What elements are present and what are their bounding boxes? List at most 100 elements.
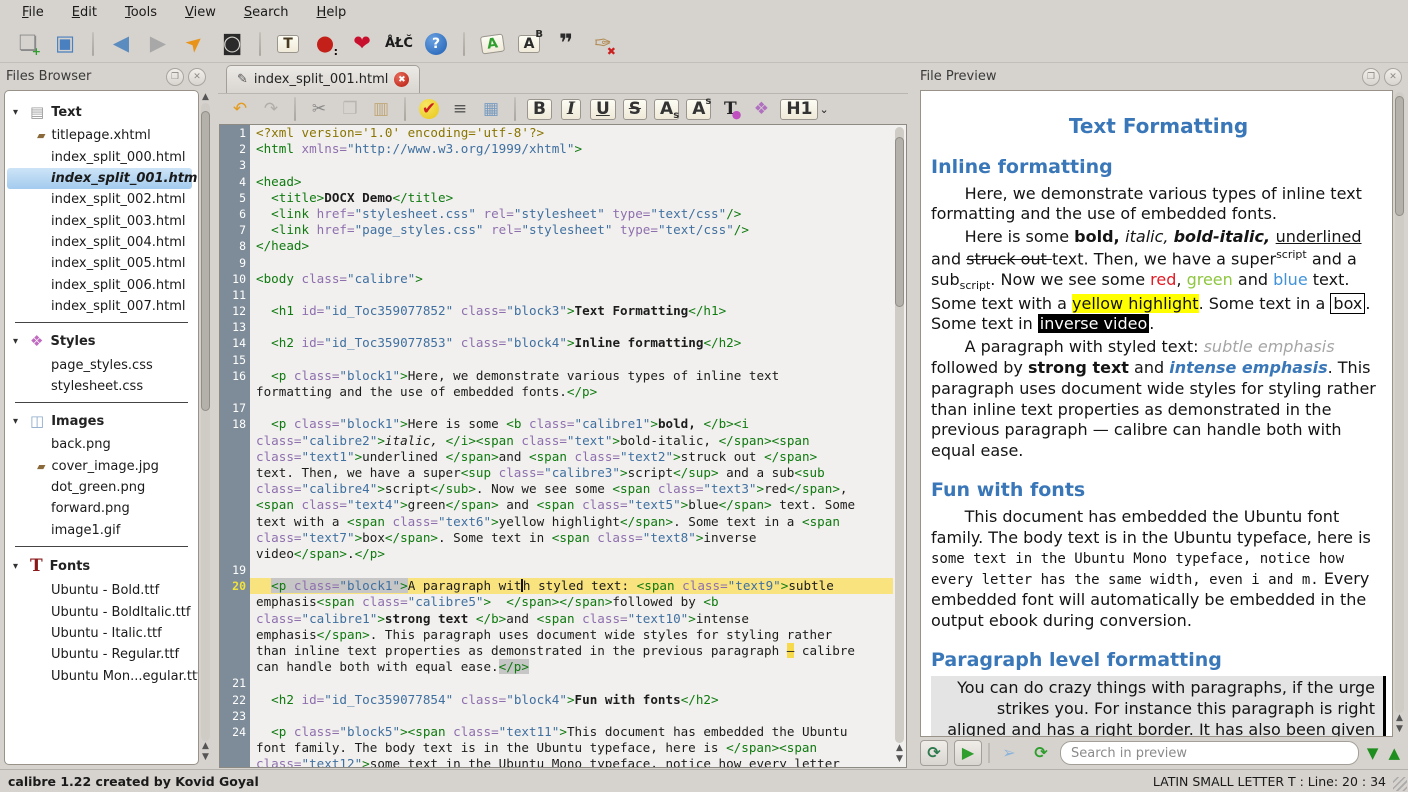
search-in-preview-input[interactable] [1060, 741, 1359, 765]
file-item[interactable]: forward.png [7, 498, 196, 519]
preview-scrollbar[interactable]: ▲ ▼ [1393, 90, 1406, 737]
scroll-down-icon[interactable]: ▼ [896, 754, 903, 765]
redo-button[interactable]: ↷ [259, 97, 283, 121]
tab-index-split-001[interactable]: ✎ index_split_001.html ✖ [226, 65, 420, 93]
subscript-button[interactable]: As [654, 97, 679, 121]
file-item[interactable]: image1.gif [7, 520, 196, 541]
file-item[interactable]: Ubuntu Mon...egular.ttf [7, 666, 196, 687]
files-scrollbar[interactable]: ▲ ▲ ▼ [199, 90, 212, 765]
align-button[interactable]: ≡ [448, 97, 472, 121]
file-item[interactable]: page_styles.css [7, 354, 196, 375]
close-panel-icon[interactable]: ✕ [188, 68, 206, 86]
scroll-down-icon[interactable]: ▼ [1396, 724, 1403, 735]
file-item[interactable]: index_split_002.html [7, 189, 196, 210]
menu-file[interactable]: File [10, 3, 56, 22]
run-preview-button[interactable]: ▶ [954, 740, 982, 766]
file-item[interactable]: ▰cover_image.jpg [7, 456, 196, 477]
insert-font-button[interactable]: T● [718, 97, 742, 121]
scroll-up-icon[interactable]: ▲ [202, 92, 209, 103]
files-section-text[interactable]: ▾▤Text [7, 99, 196, 125]
file-item[interactable]: dot_green.png [7, 477, 196, 498]
bold-button[interactable]: B [527, 97, 552, 121]
auto-reload-button[interactable]: ⟳ [920, 740, 948, 766]
tab-close-icon[interactable]: ✖ [394, 72, 409, 87]
scroll-up-icon[interactable]: ▲ [202, 741, 209, 752]
donate-button[interactable]: ❤ [348, 30, 376, 58]
find-next-icon[interactable]: ▼ [1365, 744, 1381, 762]
insert-image-button[interactable]: ▦ [479, 97, 503, 121]
italic-button[interactable]: I [559, 97, 583, 121]
undo-button[interactable]: ↶ [228, 97, 252, 121]
menu-help[interactable]: Help [305, 3, 359, 22]
file-item[interactable]: back.png [7, 434, 196, 455]
file-item[interactable]: index_split_001.html [7, 168, 192, 189]
file-item[interactable]: Ubuntu - Regular.ttf [7, 644, 196, 665]
check-html-button[interactable]: ✔ [417, 97, 441, 121]
file-item[interactable]: index_split_006.html [7, 275, 196, 296]
remove-unused-css-button[interactable]: ✑✖ [589, 30, 617, 58]
strikethrough-button[interactable]: S [623, 97, 647, 121]
file-item[interactable]: Ubuntu - Bold.ttf [7, 580, 196, 601]
file-item[interactable]: index_split_003.html [7, 211, 196, 232]
preview-scroll-track[interactable] [1395, 92, 1404, 713]
case-change-button[interactable]: AB [515, 30, 543, 58]
close-panel-icon[interactable]: ✕ [1384, 68, 1402, 86]
back-button[interactable]: ◀ [107, 30, 135, 58]
scroll-down-icon[interactable]: ▼ [202, 752, 209, 763]
menu-edit[interactable]: Edit [60, 3, 109, 22]
help-button[interactable]: ? [422, 30, 450, 58]
find-previous-icon[interactable]: ▲ [1386, 744, 1402, 762]
underline-button[interactable]: U [590, 97, 616, 121]
menu-view[interactable]: View [173, 3, 228, 22]
file-item[interactable]: index_split_000.html [7, 146, 196, 167]
scroll-up-icon[interactable]: ▲ [1396, 713, 1403, 724]
preview-scroll-thumb[interactable] [1395, 96, 1404, 216]
files-section-images[interactable]: ▾◫Images [7, 408, 196, 434]
paste-button[interactable]: ▥ [369, 97, 393, 121]
sync-to-editor-button[interactable]: ➢ [996, 741, 1022, 765]
menu-search[interactable]: Search [232, 3, 301, 22]
editor-scroll-thumb[interactable] [895, 137, 904, 307]
files-section-fonts[interactable]: ▾TFonts [7, 552, 196, 580]
file-item[interactable]: Ubuntu - Italic.ttf [7, 623, 196, 644]
chevron-down-icon[interactable]: ▾ [13, 336, 23, 347]
refresh-button[interactable]: ⟳ [1028, 741, 1054, 765]
editor-scrollbar[interactable]: ▲ ▼ [893, 125, 906, 767]
float-panel-icon[interactable]: ❐ [166, 68, 184, 86]
forward-button[interactable]: ▶ [144, 30, 172, 58]
beautify-button[interactable]: A [478, 30, 506, 58]
cut-button[interactable]: ✂ [307, 97, 331, 121]
smart-punctuation-button[interactable]: ❞ [552, 30, 580, 58]
file-item[interactable]: Ubuntu - BoldItalic.ttf [7, 601, 196, 622]
code-editor[interactable]: 1<?xml version='1.0' encoding='utf-8'?>2… [219, 124, 907, 768]
file-item[interactable]: index_split_007.html [7, 296, 196, 317]
files-scroll-track[interactable] [201, 103, 210, 741]
code-rows[interactable]: 1<?xml version='1.0' encoding='utf-8'?>2… [220, 125, 893, 767]
styles-button[interactable]: ❖ [749, 97, 773, 121]
heading-level-button[interactable]: H1⌄ [780, 97, 828, 121]
new-file-button[interactable]: ❏+ [14, 30, 42, 58]
window-resize-grip[interactable] [1393, 777, 1407, 791]
float-panel-icon[interactable]: ❐ [1362, 68, 1380, 86]
files-scroll-thumb[interactable] [201, 111, 210, 411]
file-item[interactable]: ▰titlepage.xhtml [7, 125, 196, 146]
file-item[interactable]: index_split_004.html [7, 232, 196, 253]
code-segment: <span [537, 611, 583, 626]
menu-tools[interactable]: Tools [113, 3, 169, 22]
superscript-button[interactable]: As [686, 97, 711, 121]
chevron-down-icon[interactable]: ▾ [13, 107, 23, 118]
special-characters-button[interactable]: ÅŁČ [385, 30, 413, 58]
copy-button[interactable]: ❐ [338, 97, 362, 121]
file-item[interactable]: index_split_005.html [7, 253, 196, 274]
chevron-down-icon[interactable]: ▾ [13, 561, 23, 572]
scroll-up-icon[interactable]: ▲ [896, 743, 903, 754]
save-button[interactable]: ▣ [51, 30, 79, 58]
t-tile-button[interactable]: T [274, 30, 302, 58]
chevron-down-icon[interactable]: ▾ [13, 416, 23, 427]
polish-book-button[interactable]: ◙ [218, 30, 246, 58]
pin-button[interactable]: ➤ [181, 30, 209, 58]
check-book-button[interactable]: ●: [311, 30, 339, 58]
editor-scroll-track[interactable] [895, 127, 904, 743]
file-item[interactable]: stylesheet.css [7, 376, 196, 397]
files-section-styles[interactable]: ▾❖Styles [7, 328, 196, 354]
